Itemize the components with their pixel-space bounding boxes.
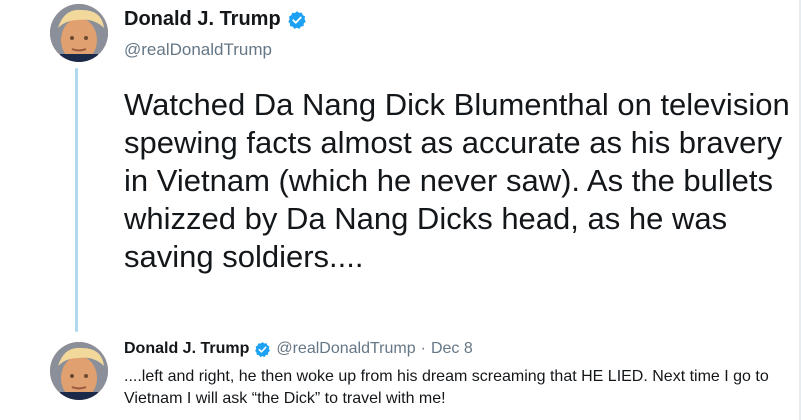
verified-badge-icon	[288, 10, 306, 29]
reply-author-avatar[interactable]	[50, 342, 108, 400]
author-name[interactable]: Donald J. Trump	[124, 8, 281, 31]
author-name-row[interactable]: Donald J. Trump	[124, 8, 307, 31]
avatar-image	[50, 4, 108, 62]
reply-text: ....left and right, he then woke up from…	[124, 368, 769, 407]
reply-header: Donald J. Trump @realDonaldTrump · Dec 8	[124, 340, 473, 358]
verified-badge-icon	[255, 341, 271, 357]
avatar-image	[50, 342, 108, 400]
thread-connector-line	[75, 68, 78, 332]
reply-author-name[interactable]: Donald J. Trump	[124, 340, 249, 358]
author-handle[interactable]: @realDonaldTrump	[124, 40, 272, 60]
separator-dot: ·	[420, 340, 426, 357]
author-avatar[interactable]	[50, 4, 108, 62]
reply-author-handle[interactable]: @realDonaldTrump	[276, 340, 415, 358]
reply-date-link[interactable]: Dec 8	[431, 340, 473, 358]
tweet-text: Watched Da Nang Dick Blumenthal on telev…	[124, 87, 790, 274]
